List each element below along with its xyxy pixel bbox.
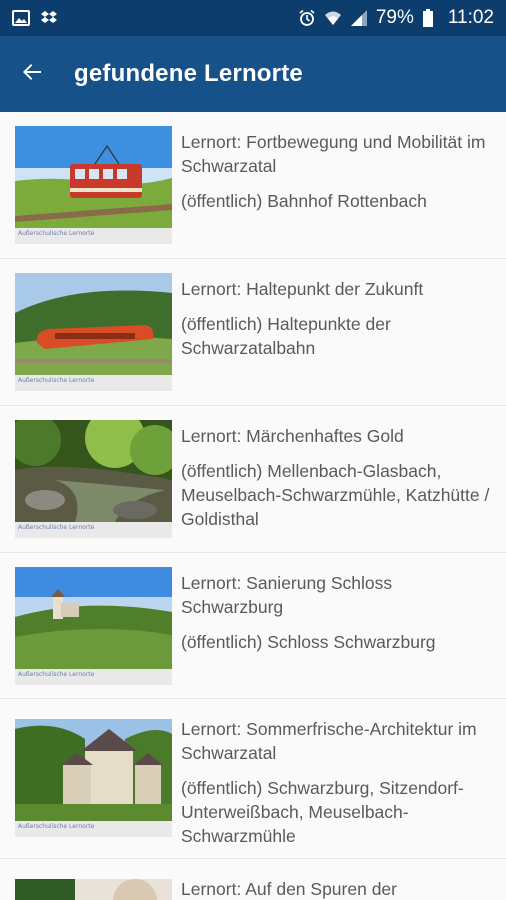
image-caption: Außerschulische Lernorte bbox=[15, 375, 172, 391]
clock: 11:02 bbox=[447, 7, 494, 28]
wifi-icon bbox=[324, 9, 342, 27]
list-item[interactable]: Außerschulische Lernorte Lernort: Fortbe… bbox=[0, 112, 506, 259]
result-list: Außerschulische Lernorte Lernort: Fortbe… bbox=[0, 112, 506, 900]
item-title: Lernort: Haltepunkt der Zukunft bbox=[181, 279, 424, 299]
item-text: Lernort: Auf den Spuren der bbox=[181, 877, 494, 900]
battery-icon bbox=[422, 9, 440, 27]
item-text: Lernort: Sommerfrische-Architektur im Sc… bbox=[181, 717, 494, 848]
alarm-icon bbox=[298, 9, 316, 27]
signal-icon bbox=[350, 9, 368, 27]
status-bar: 79% 11:02 bbox=[0, 0, 506, 36]
list-item[interactable]: Außerschulische Lernorte Lernort: Haltep… bbox=[0, 259, 506, 406]
list-item[interactable]: Außerschulische Lernorte Lernort: Sommer… bbox=[0, 699, 506, 859]
item-thumbnail: Außerschulische Lernorte bbox=[15, 273, 172, 391]
list-item[interactable]: Lernort: Auf den Spuren der bbox=[0, 859, 506, 900]
item-thumbnail: Außerschulische Lernorte bbox=[15, 567, 172, 685]
item-location: (öffentlich) Schloss Schwarzburg bbox=[181, 632, 436, 652]
item-title: Lernort: Sanierung Schloss Schwarzburg bbox=[181, 573, 393, 617]
image-caption: Außerschulische Lernorte bbox=[15, 522, 172, 538]
app-bar: gefundene Lernorte bbox=[0, 36, 506, 112]
item-thumbnail: Außerschulische Lernorte bbox=[15, 126, 172, 244]
item-title: Lernort: Fortbewegung und Mobilität im S… bbox=[181, 132, 486, 176]
item-text: Lernort: Haltepunkt der Zukunft (öffentl… bbox=[181, 277, 494, 360]
item-title: Lernort: Märchenhaftes Gold bbox=[181, 426, 404, 446]
battery-percent: 79% bbox=[375, 7, 414, 28]
item-location: (öffentlich) Schwarzburg, Sitzendorf-Unt… bbox=[181, 778, 464, 846]
dropbox-icon bbox=[40, 9, 58, 27]
item-thumbnail: Außerschulische Lernorte bbox=[15, 420, 172, 538]
image-caption: Außerschulische Lernorte bbox=[15, 821, 172, 837]
image-caption: Außerschulische Lernorte bbox=[15, 228, 172, 244]
item-location: (öffentlich) Bahnhof Rottenbach bbox=[181, 191, 427, 211]
item-location: (öffentlich) Mellenbach-Glasbach, Meusel… bbox=[181, 461, 490, 529]
item-title: Lernort: Auf den Spuren der bbox=[181, 879, 397, 899]
image-caption: Außerschulische Lernorte bbox=[15, 669, 172, 685]
item-text: Lernort: Sanierung Schloss Schwarzburg (… bbox=[181, 571, 494, 654]
list-item[interactable]: Außerschulische Lernorte Lernort: Märche… bbox=[0, 406, 506, 553]
item-thumbnail: Außerschulische Lernorte bbox=[15, 719, 172, 837]
item-text: Lernort: Märchenhaftes Gold (öffentlich)… bbox=[181, 424, 494, 531]
item-text: Lernort: Fortbewegung und Mobilität im S… bbox=[181, 130, 494, 213]
item-location: (öffentlich) Haltepunkte der Schwarzatal… bbox=[181, 314, 391, 358]
item-title: Lernort: Sommerfrische-Architektur im Sc… bbox=[181, 719, 477, 763]
image-icon bbox=[12, 9, 30, 27]
arrow-left-icon bbox=[20, 60, 44, 89]
page-title: gefundene Lernorte bbox=[74, 60, 303, 87]
back-button[interactable] bbox=[0, 36, 64, 112]
list-item[interactable]: Außerschulische Lernorte Lernort: Sanier… bbox=[0, 553, 506, 699]
item-thumbnail bbox=[15, 879, 172, 900]
